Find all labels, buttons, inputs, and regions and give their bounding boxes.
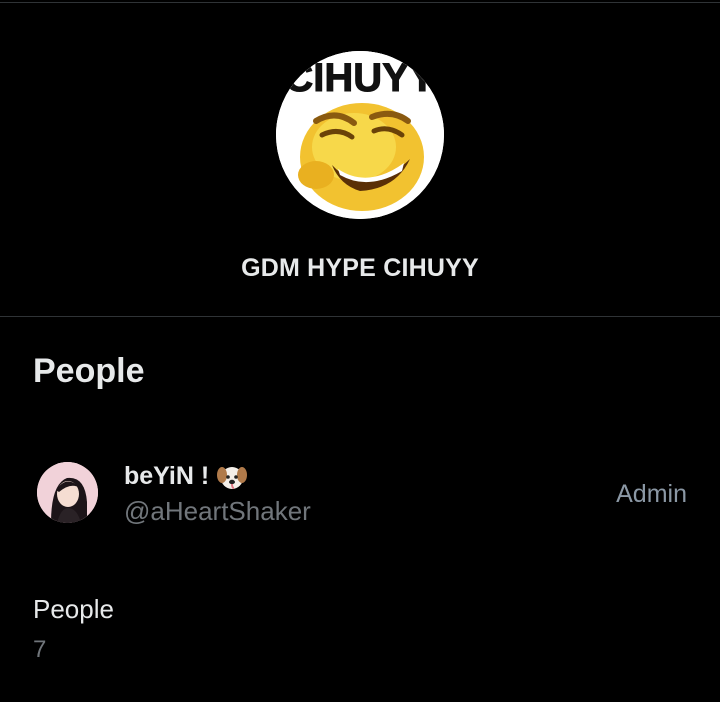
member-display-name[interactable]: beYiN !	[124, 462, 248, 491]
people-count-label: People	[33, 594, 114, 624]
dog-face-icon	[217, 466, 248, 489]
member-role-badge: Admin	[616, 480, 687, 508]
user-photo-icon	[37, 462, 98, 523]
section-divider	[0, 316, 720, 317]
people-section-title: People	[33, 352, 145, 390]
top-divider	[0, 2, 720, 3]
avatar-caption: CIHUYY	[284, 56, 435, 100]
member-handle: @aHeartShaker	[124, 496, 311, 526]
laughing-emoji-icon: CIHUYY	[276, 51, 444, 219]
member-name-text: beYiN !	[124, 462, 210, 490]
member-row[interactable]: beYiN ! @aHeartShaker Admin	[0, 450, 720, 536]
avatar[interactable]	[37, 462, 98, 523]
people-count-value: 7	[33, 636, 47, 663]
group-name: GDM HYPE CIHUYY	[241, 254, 479, 282]
group-avatar[interactable]: CIHUYY	[276, 51, 444, 219]
